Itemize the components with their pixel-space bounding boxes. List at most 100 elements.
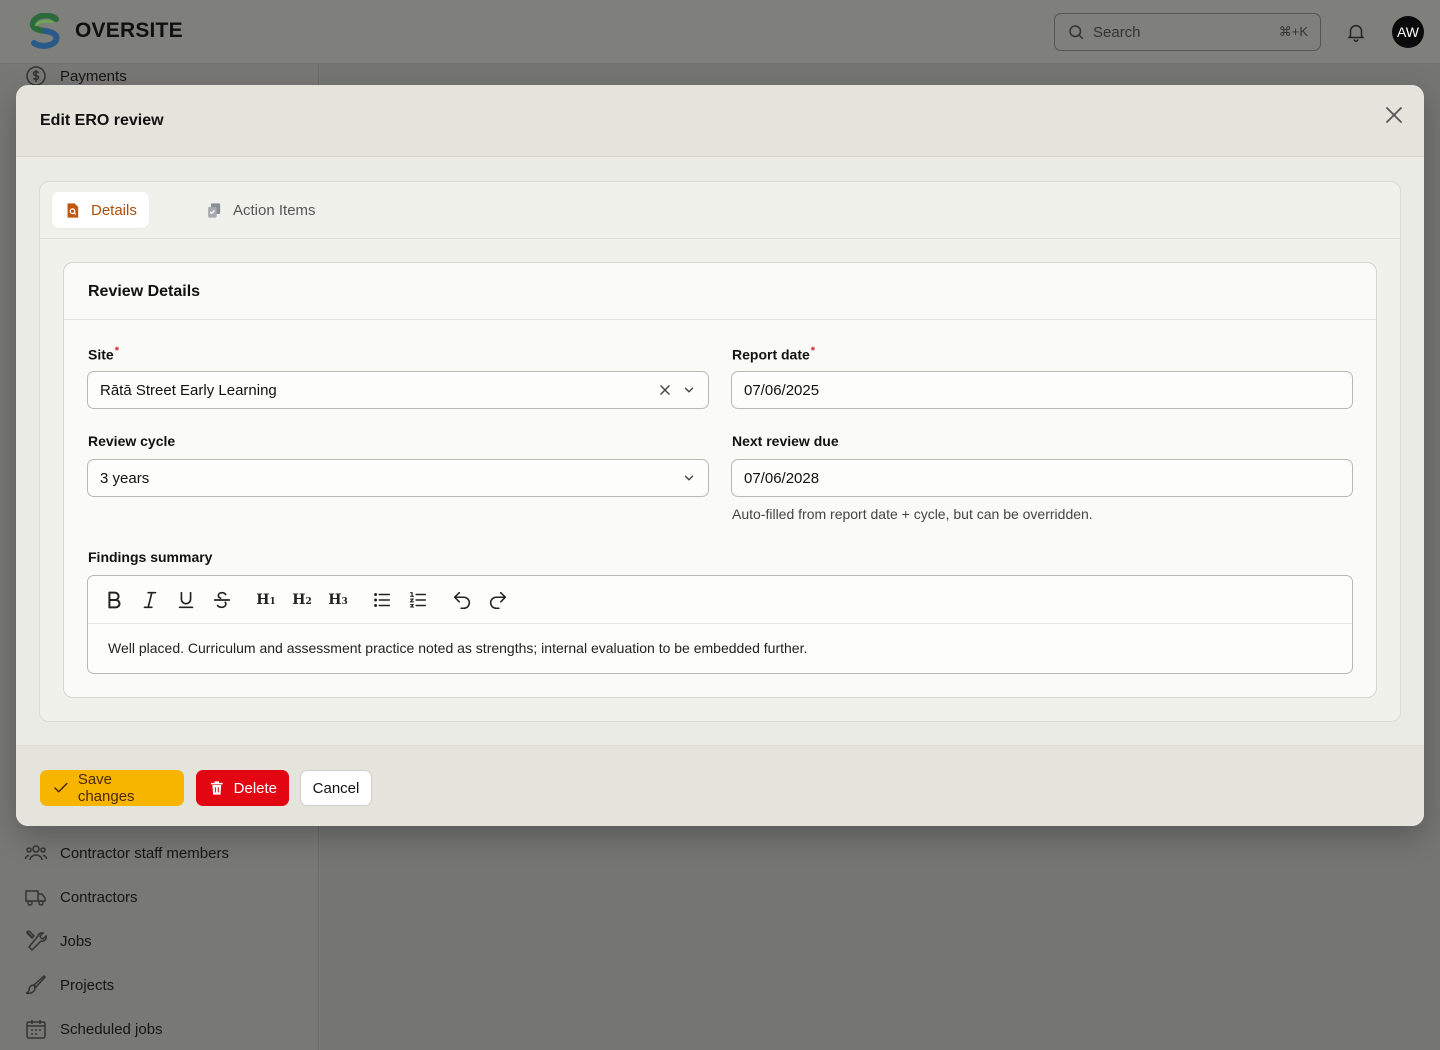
tab-action-items[interactable]: Action Items xyxy=(194,192,328,228)
underline-icon xyxy=(178,591,194,609)
review-cycle-label: Review cycle xyxy=(88,433,176,449)
wrench-screwdriver-icon xyxy=(26,930,47,952)
italic-icon xyxy=(143,591,157,609)
avatar[interactable]: AW xyxy=(1392,16,1424,48)
next-review-due-input[interactable]: 07/06/2028 xyxy=(731,459,1353,497)
section-header: Review Details xyxy=(64,263,1376,320)
report-date-value: 07/06/2025 xyxy=(744,381,820,399)
sidebar-item-label: Contractors xyxy=(60,888,138,906)
sidebar-item-label: Jobs xyxy=(60,932,92,950)
trash-icon xyxy=(210,781,223,795)
delete-button[interactable]: Delete xyxy=(196,770,289,806)
review-details-section: Review Details Site* Rātā Street Early L… xyxy=(63,262,1377,698)
sidebar-item-label: Contractor staff members xyxy=(60,844,229,862)
search-placeholder: Search xyxy=(1093,23,1141,41)
sidebar-item-label: Projects xyxy=(60,976,115,994)
undo-icon xyxy=(453,591,471,610)
modal-title: Edit ERO review xyxy=(40,112,164,129)
bold-button[interactable] xyxy=(102,588,126,612)
review-cycle-select[interactable]: 3 years xyxy=(87,459,709,497)
tab-label: Action Items xyxy=(233,201,316,219)
bold-icon xyxy=(108,591,121,609)
site-value: Rātā Street Early Learning xyxy=(100,381,277,399)
save-changes-button[interactable]: Save changes xyxy=(40,770,184,806)
site-select[interactable]: Rātā Street Early Learning xyxy=(87,371,709,409)
oversite-logo-icon xyxy=(29,13,60,49)
editor-toolbar: H1 H2 H3 xyxy=(88,576,1352,624)
report-date-label: Report date* xyxy=(732,345,815,363)
search-icon xyxy=(1069,25,1084,40)
strikethrough-icon xyxy=(213,591,231,609)
sidebar-item-projects[interactable]: Projects xyxy=(24,973,114,997)
site-label: Site* xyxy=(88,345,119,363)
site-label-text: Site xyxy=(88,346,114,363)
cancel-label: Cancel xyxy=(312,779,360,797)
brand-name: OVERSITE xyxy=(75,19,183,42)
search-shortcut: ⌘+K xyxy=(1278,24,1308,39)
numbered-list-button[interactable] xyxy=(406,588,430,612)
h3-level: 3 xyxy=(341,597,348,607)
chevron-down-icon[interactable] xyxy=(682,471,696,485)
modal-footer: Save changes Delete Cancel xyxy=(16,745,1424,826)
redo-button[interactable] xyxy=(486,588,510,612)
strikethrough-button[interactable] xyxy=(210,588,234,612)
cancel-button[interactable]: Cancel xyxy=(300,770,372,806)
bullet-list-icon xyxy=(374,593,391,607)
heading-1-button[interactable]: H1 xyxy=(254,588,278,612)
chevron-down-icon[interactable] xyxy=(682,383,696,397)
tab-details[interactable]: Details xyxy=(52,192,149,228)
heading-3-button[interactable]: H3 xyxy=(326,588,350,612)
h2-letter: H xyxy=(292,592,306,608)
heading-3-icon: H3 xyxy=(328,592,348,608)
report-date-label-text: Report date xyxy=(732,346,810,363)
close-icon[interactable] xyxy=(1382,103,1406,127)
h1-level: 1 xyxy=(269,597,276,607)
required-marker: * xyxy=(810,345,816,357)
truck-icon xyxy=(25,890,46,906)
sidebar-item-label: Payments xyxy=(60,67,127,85)
review-cycle-value: 3 years xyxy=(100,469,150,487)
modal-header: Edit ERO review xyxy=(16,85,1424,157)
clipboard-check-icon xyxy=(208,202,221,218)
document-search-icon xyxy=(67,202,79,218)
check-icon xyxy=(54,782,68,793)
required-marker: * xyxy=(114,345,119,357)
findings-summary-editor[interactable]: H1 H2 H3 Well placed. Curriculum and ass… xyxy=(87,575,1353,674)
save-label: Save changes xyxy=(77,771,135,805)
sidebar-item-label: Scheduled jobs xyxy=(60,1020,163,1038)
h1-letter: H xyxy=(256,592,270,608)
tabs-card: Details Action Items Review Details Site… xyxy=(39,181,1401,722)
numbered-list-icon xyxy=(409,592,427,608)
h3-letter: H xyxy=(328,592,342,608)
clear-icon[interactable] xyxy=(658,383,672,397)
logo[interactable]: OVERSITE xyxy=(27,13,183,49)
heading-1-icon: H1 xyxy=(256,592,276,608)
undo-button[interactable] xyxy=(450,588,474,612)
delete-label: Delete xyxy=(233,779,277,797)
underline-button[interactable] xyxy=(174,588,198,612)
tab-bar: Details Action Items xyxy=(40,182,1400,239)
bell-icon[interactable] xyxy=(1345,21,1367,43)
italic-button[interactable] xyxy=(138,588,162,612)
sidebar-item-contractors[interactable]: Contractors xyxy=(24,885,138,909)
next-review-due-label: Next review due xyxy=(732,433,839,449)
users-group-icon xyxy=(24,845,48,861)
modal-body: Details Action Items Review Details Site… xyxy=(16,157,1424,745)
report-date-input[interactable]: 07/06/2025 xyxy=(731,371,1353,409)
sidebar-item-scheduled-jobs[interactable]: Scheduled jobs xyxy=(24,1017,163,1041)
calendar-icon xyxy=(26,1020,46,1039)
section-title: Review Details xyxy=(88,283,201,300)
top-bar: OVERSITE Search ⌘+K AW xyxy=(0,0,1440,64)
search-input[interactable]: Search ⌘+K xyxy=(1054,13,1321,51)
findings-summary-text[interactable]: Well placed. Curriculum and assessment p… xyxy=(108,640,807,656)
findings-summary-label: Findings summary xyxy=(88,549,213,565)
paintbrush-icon xyxy=(25,974,47,995)
redo-icon xyxy=(489,591,507,610)
tab-label: Details xyxy=(91,201,137,219)
bullet-list-button[interactable] xyxy=(370,588,394,612)
heading-2-button[interactable]: H2 xyxy=(290,588,314,612)
edit-ero-review-modal: Edit ERO review Details Action Items Rev… xyxy=(16,85,1424,826)
sidebar-item-jobs[interactable]: Jobs xyxy=(24,929,92,953)
sidebar-item-contractor-staff[interactable]: Contractor staff members xyxy=(24,841,229,865)
next-review-due-hint: Auto-filled from report date + cycle, bu… xyxy=(732,506,1093,522)
